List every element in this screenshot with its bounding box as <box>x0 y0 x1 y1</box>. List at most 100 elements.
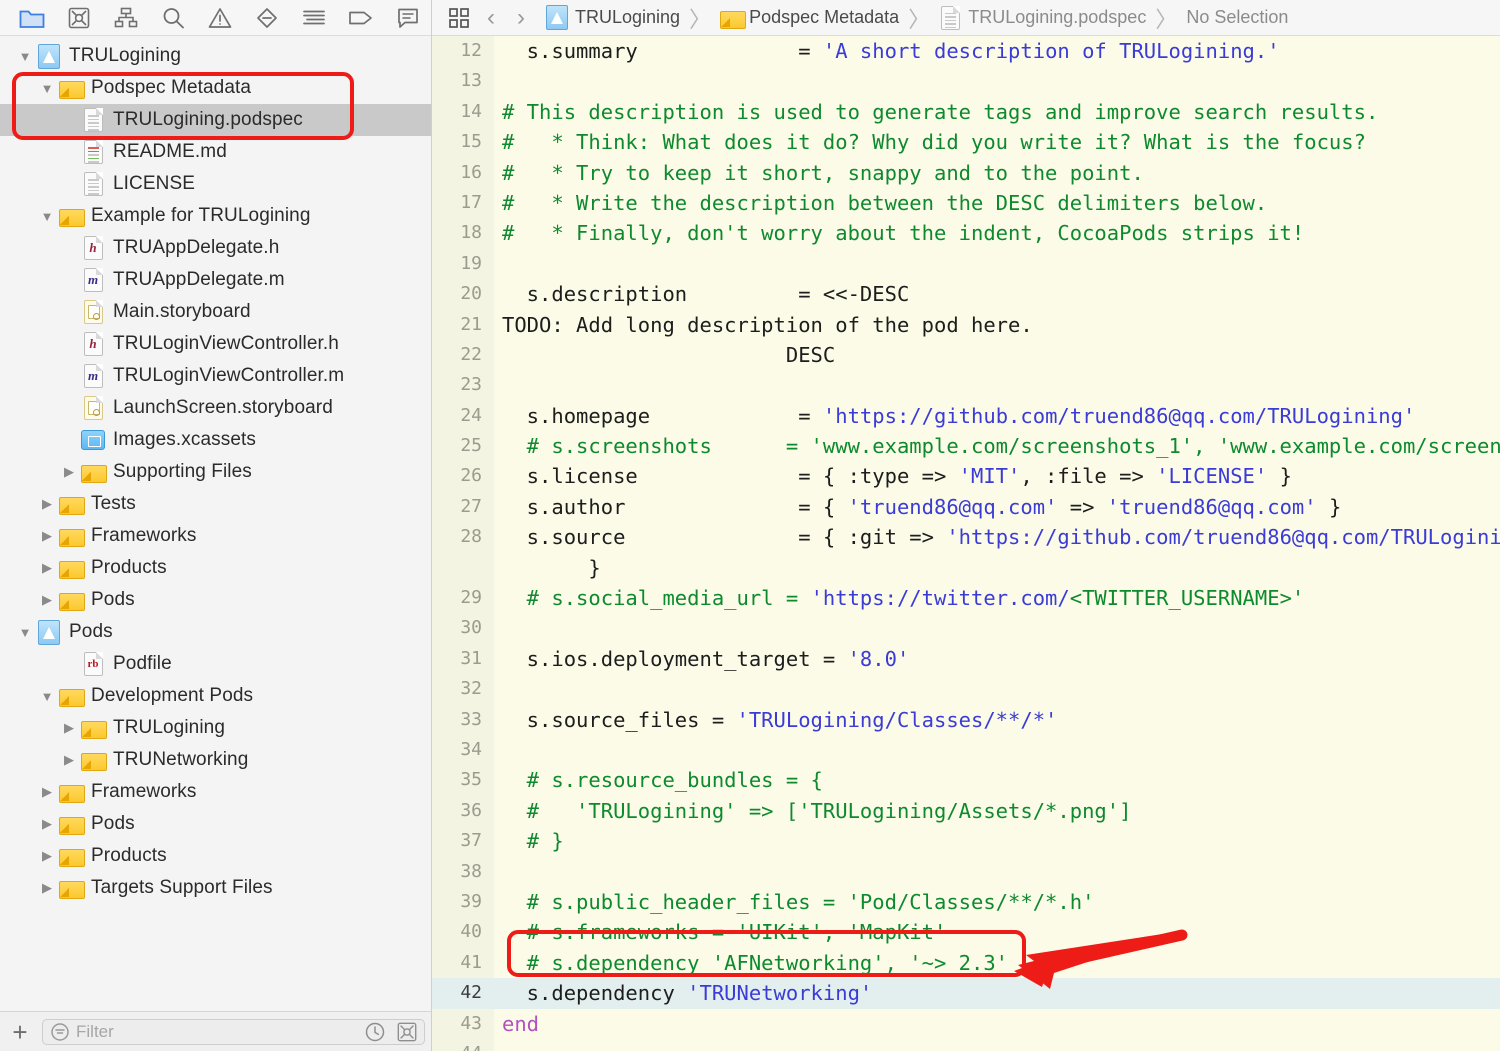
disclosure-triangle-open[interactable]: ▼ <box>14 616 36 648</box>
disclosure-triangle-open[interactable]: ▼ <box>36 72 58 104</box>
code-line[interactable]: 13 <box>432 66 1500 96</box>
code-line[interactable]: 34 <box>432 735 1500 765</box>
code-lines[interactable]: 12 s.summary = 'A short description of T… <box>432 36 1500 1051</box>
code-line[interactable]: 41 # s.dependency 'AFNetworking', '~> 2.… <box>432 948 1500 978</box>
tree-item[interactable]: ▶h TRUAppDelegate.h <box>0 232 431 264</box>
navigator-tab-test[interactable] <box>243 3 290 33</box>
recent-filter-button[interactable] <box>364 1021 386 1043</box>
code-line[interactable]: } <box>432 553 1500 583</box>
tree-item[interactable]: ▶ Pods <box>0 808 431 840</box>
tree-item-selected[interactable]: ▶ TRULogining.podspec <box>0 104 431 136</box>
tree-item[interactable]: ▶ Frameworks <box>0 776 431 808</box>
tree-item[interactable]: ▶ Supporting Files <box>0 456 431 488</box>
breadcrumb-item[interactable]: Podspec Metadata <box>718 6 901 30</box>
disclosure-triangle-open[interactable]: ▼ <box>36 680 58 712</box>
disclosure-triangle-closed[interactable]: ▶ <box>36 584 58 616</box>
tree-item[interactable]: ▶ Targets Support Files <box>0 872 431 904</box>
breadcrumb-item[interactable]: TRULogining <box>544 5 682 30</box>
navigator-tab-find[interactable] <box>149 3 196 33</box>
navigator-tab-issue[interactable] <box>196 3 243 33</box>
code-line[interactable]: 25 # s.screenshots = 'www.example.com/sc… <box>432 431 1500 461</box>
code-line[interactable]: 17 # * Write the description between the … <box>432 188 1500 218</box>
code-line[interactable]: 30 <box>432 613 1500 643</box>
breadcrumb-item[interactable]: No Selection <box>1184 7 1290 28</box>
code-line[interactable]: 12 s.summary = 'A short description of T… <box>432 36 1500 66</box>
disclosure-triangle-closed[interactable]: ▶ <box>36 840 58 872</box>
code-line[interactable]: 16 # * Try to keep it short, snappy and t… <box>432 158 1500 188</box>
tree-item[interactable]: ▶h TRULoginViewController.h <box>0 328 431 360</box>
code-line[interactable]: 40 # s.frameworks = 'UIKit', 'MapKit' <box>432 917 1500 947</box>
related-items-button[interactable] <box>442 3 476 33</box>
code-line[interactable]: 31 s.ios.deployment_target = '8.0' <box>432 644 1500 674</box>
disclosure-triangle-closed[interactable]: ▶ <box>36 776 58 808</box>
tree-item[interactable]: ▶m TRUAppDelegate.m <box>0 264 431 296</box>
disclosure-triangle-closed[interactable]: ▶ <box>36 808 58 840</box>
code-line[interactable]: 35 # s.resource_bundles = { <box>432 765 1500 795</box>
tree-item[interactable]: ▶m TRULoginViewController.m <box>0 360 431 392</box>
navigator-tab-report[interactable] <box>384 3 431 33</box>
tree-item[interactable]: ▶ Tests <box>0 488 431 520</box>
tree-item[interactable]: ▶ Images.xcassets <box>0 424 431 456</box>
disclosure-triangle-open[interactable]: ▼ <box>36 200 58 232</box>
code-line[interactable]: 26 s.license = { :type => 'MIT', :file =… <box>432 461 1500 491</box>
tree-item[interactable]: ▶ README.md <box>0 136 431 168</box>
code-line[interactable]: 19 <box>432 249 1500 279</box>
code-line[interactable]: 44 <box>432 1039 1500 1051</box>
code-line[interactable]: 22 DESC <box>432 340 1500 370</box>
back-button[interactable]: ‹ <box>476 4 506 32</box>
disclosure-triangle-closed[interactable]: ▶ <box>36 520 58 552</box>
tree-item[interactable]: ▶ TRUNetworking <box>0 744 431 776</box>
code-line[interactable]: 18 # * Finally, don't worry about the ind… <box>432 218 1500 248</box>
code-line[interactable]: 37 # } <box>432 826 1500 856</box>
navigator-tab-debug[interactable] <box>290 3 337 33</box>
disclosure-triangle-closed[interactable]: ▶ <box>58 744 80 776</box>
disclosure-triangle-closed[interactable]: ▶ <box>36 488 58 520</box>
code-line[interactable]: 21 TODO: Add long description of the pod … <box>432 310 1500 340</box>
code-line[interactable]: 36 # 'TRULogining' => ['TRULogining/Asse… <box>432 796 1500 826</box>
disclosure-triangle-closed[interactable]: ▶ <box>58 712 80 744</box>
code-line[interactable]: 33 s.source_files = 'TRULogining/Classes… <box>432 705 1500 735</box>
code-line[interactable]: 15 # * Think: What does it do? Why did yo… <box>432 127 1500 157</box>
code-line-current[interactable]: 42 s.dependency 'TRUNetworking' <box>432 978 1500 1009</box>
disclosure-triangle-open[interactable]: ▼ <box>14 40 36 72</box>
tree-item[interactable]: ▶ Products <box>0 552 431 584</box>
navigator-tab-symbol[interactable] <box>102 3 149 33</box>
source-control-filter-button[interactable] <box>396 1021 418 1043</box>
forward-button[interactable]: › <box>506 4 536 32</box>
code-line[interactable]: 43 end <box>432 1009 1500 1039</box>
navigator-tab-project-navigator[interactable] <box>8 3 55 33</box>
tree-item[interactable]: ▼ TRULogining <box>0 40 431 72</box>
tree-item[interactable]: ▶ LICENSE <box>0 168 431 200</box>
project-tree[interactable]: ▼ TRULogining ▼ Podspec Metadata ▶ TRULoginin… <box>0 36 431 1011</box>
tree-item[interactable]: ▼ Development Pods <box>0 680 431 712</box>
tree-item[interactable]: ▶ TRULogining <box>0 712 431 744</box>
code-area[interactable]: 12 s.summary = 'A short description of T… <box>432 36 1500 1051</box>
tree-item[interactable]: ▼ Example for TRULogining <box>0 200 431 232</box>
tree-item[interactable]: ▶ Frameworks <box>0 520 431 552</box>
navigator-tab-source-control[interactable] <box>55 3 102 33</box>
tree-item[interactable]: ▼ Pods <box>0 616 431 648</box>
add-file-button[interactable]: + <box>4 1016 36 1048</box>
filter-input[interactable]: Filter <box>42 1018 425 1045</box>
breadcrumb-item[interactable]: TRULogining.podspec <box>937 5 1148 30</box>
tree-item[interactable]: ▶ Pods <box>0 584 431 616</box>
tree-item[interactable]: ▶ Main.storyboard <box>0 296 431 328</box>
code-line[interactable]: 28 s.source = { :git => 'https://github.… <box>432 522 1500 552</box>
code-line[interactable]: 23 <box>432 370 1500 400</box>
tree-item[interactable]: ▼ Podspec Metadata <box>0 72 431 104</box>
navigator-tab-breakpoint[interactable] <box>337 3 384 33</box>
tree-item[interactable]: ▶rb Podfile <box>0 648 431 680</box>
tree-item[interactable]: ▶ LaunchScreen.storyboard <box>0 392 431 424</box>
code-line[interactable]: 39 # s.public_header_files = 'Pod/Classe… <box>432 887 1500 917</box>
code-line[interactable]: 20 s.description = <<-DESC <box>432 279 1500 309</box>
disclosure-triangle-closed[interactable]: ▶ <box>58 456 80 488</box>
disclosure-triangle-closed[interactable]: ▶ <box>36 872 58 904</box>
tree-item[interactable]: ▶ Products <box>0 840 431 872</box>
code-line[interactable]: 14 # This description is used to generate… <box>432 97 1500 127</box>
code-line[interactable]: 32 <box>432 674 1500 704</box>
code-line[interactable]: 29 # s.social_media_url = 'https://twitt… <box>432 583 1500 613</box>
code-line[interactable]: 27 s.author = { 'truend86@qq.com' => 'tr… <box>432 492 1500 522</box>
code-line[interactable]: 38 <box>432 857 1500 887</box>
disclosure-triangle-closed[interactable]: ▶ <box>36 552 58 584</box>
breadcrumb[interactable]: TRULogining 〉 Podspec Metadata 〉 TRULogining… <box>544 2 1290 34</box>
